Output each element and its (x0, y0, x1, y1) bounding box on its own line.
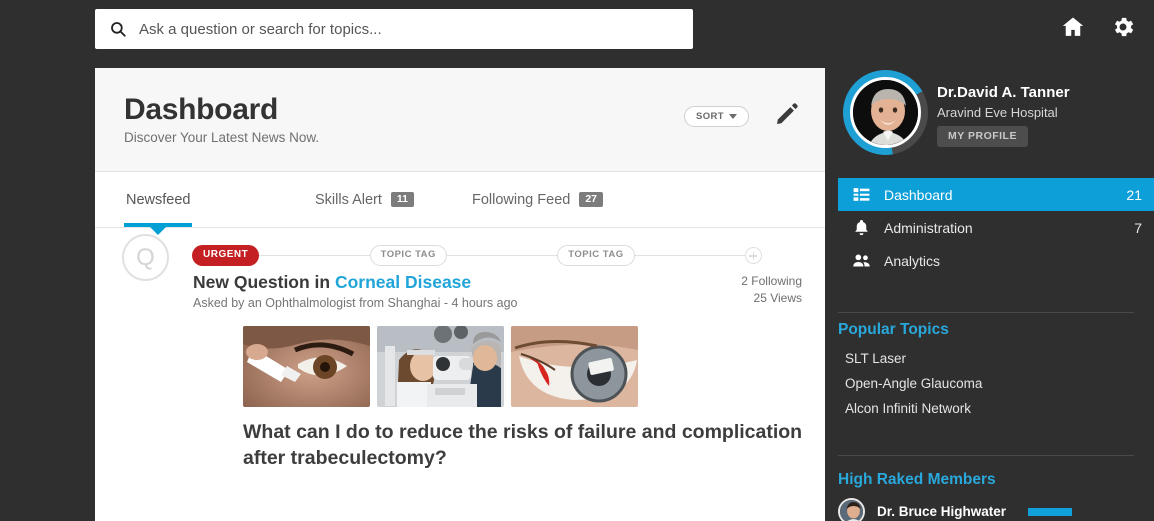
app-root: Dashboard Discover Your Latest News Now.… (0, 0, 1154, 521)
profile-organization: Aravind Eve Hospital (937, 105, 1058, 120)
question-title: New Question in Corneal Disease (193, 272, 471, 293)
sidebar-divider-topics (838, 312, 1134, 313)
tag-connector (631, 255, 748, 256)
tag-row: URGENT TOPIC TAG TOPIC TAG (192, 245, 762, 266)
sort-label: SORT (696, 111, 724, 122)
tag-topic-2[interactable]: TOPIC TAG (557, 245, 635, 266)
tag-connector (443, 255, 561, 256)
tab-following-feed-badge: 27 (579, 191, 604, 208)
question-title-prefix: New Question in (193, 272, 335, 292)
chevron-down-icon (729, 114, 737, 119)
profile-card: Dr.David A. Tanner Aravind Eve Hospital … (838, 70, 1154, 158)
sidebar-item-analytics[interactable]: Analytics (838, 244, 1154, 277)
panel-header: Dashboard Discover Your Latest News Now.… (95, 68, 825, 172)
views-count: 25 Views (753, 291, 802, 306)
member-rank-bar (1028, 507, 1073, 516)
topic-link-alcon-infiniti-network[interactable]: Alcon Infiniti Network (845, 401, 971, 416)
search-input[interactable] (139, 14, 679, 44)
tab-bar: Newsfeed Skills Alert 11 Following Feed … (95, 172, 825, 235)
question-headline[interactable]: What can I do to reduce the risks of fai… (243, 420, 803, 472)
bell-icon (855, 219, 868, 236)
eye-drops-photo[interactable] (243, 326, 370, 407)
tab-skills-alert-label: Skills Alert (315, 191, 382, 208)
feed-item: Q URGENT TOPIC TAG TOPIC TAG New Questio… (95, 228, 825, 469)
avatar-progress-ring (843, 70, 928, 155)
my-profile-button[interactable]: MY PROFILE (937, 126, 1028, 147)
sidebar-item-dashboard[interactable]: Dashboard 21 (838, 178, 1154, 211)
question-avatar: Q (122, 234, 169, 281)
sidebar-divider-members (838, 455, 1134, 456)
page-title: Dashboard (124, 93, 278, 126)
sidebar-item-administration[interactable]: Administration 7 (838, 211, 1154, 244)
sidebar-item-administration-count: 7 (1134, 219, 1142, 236)
tag-topic-1[interactable]: TOPIC TAG (369, 245, 447, 266)
profile-name: Dr.David A. Tanner (937, 84, 1070, 101)
tab-following-feed[interactable]: Following Feed 27 (470, 172, 605, 227)
slit-lamp-exam-photo[interactable] (377, 326, 504, 407)
red-eye-closeup-photo[interactable] (511, 326, 638, 407)
search-icon (111, 22, 126, 37)
following-count: 2 Following (741, 274, 802, 288)
tag-urgent[interactable]: URGENT (192, 245, 260, 266)
question-topic-link[interactable]: Corneal Disease (335, 272, 471, 292)
avatar[interactable] (850, 77, 921, 148)
pencil-icon[interactable] (774, 101, 800, 127)
tab-skills-alert[interactable]: Skills Alert 11 (313, 172, 416, 227)
tab-newsfeed-label: Newsfeed (126, 191, 191, 208)
member-name: Dr. Bruce Highwater (877, 504, 1007, 519)
sort-button[interactable]: SORT (684, 106, 749, 127)
page-subtitle: Discover Your Latest News Now. (124, 130, 320, 145)
search-bar[interactable] (95, 9, 693, 49)
main-panel: Dashboard Discover Your Latest News Now.… (95, 68, 825, 521)
tab-following-feed-label: Following Feed (472, 191, 571, 208)
question-stats: 2 Following 25 Views (741, 273, 802, 308)
member-list-item[interactable]: Dr. Bruce Highwater (838, 498, 1073, 521)
topic-link-slt-laser[interactable]: SLT Laser (845, 351, 906, 366)
tab-newsfeed[interactable]: Newsfeed (124, 172, 193, 235)
tab-skills-alert-badge: 11 (390, 191, 414, 208)
question-meta: Asked by an Ophthalmologist from Shangha… (193, 296, 518, 310)
sidebar-item-dashboard-count: 21 (1126, 186, 1142, 203)
member-avatar (838, 498, 865, 521)
tag-connector (256, 255, 373, 256)
right-sidebar: Dr.David A. Tanner Aravind Eve Hospital … (833, 0, 1154, 521)
sidebar-item-dashboard-label: Dashboard (884, 186, 953, 203)
people-icon (853, 254, 870, 267)
thumbnail-strip (243, 326, 638, 407)
plus-circle-icon[interactable] (744, 247, 762, 264)
sidebar-item-administration-label: Administration (884, 219, 973, 236)
list-icon (853, 188, 870, 201)
popular-topics-title: Popular Topics (838, 321, 949, 338)
sidebar-nav: Dashboard 21 Administration 7 Analytics (838, 178, 1154, 277)
topic-link-open-angle-glaucoma[interactable]: Open-Angle Glaucoma (845, 376, 982, 391)
sidebar-item-analytics-label: Analytics (884, 252, 941, 269)
high-ranked-members-title: High Raked Members (838, 471, 996, 488)
